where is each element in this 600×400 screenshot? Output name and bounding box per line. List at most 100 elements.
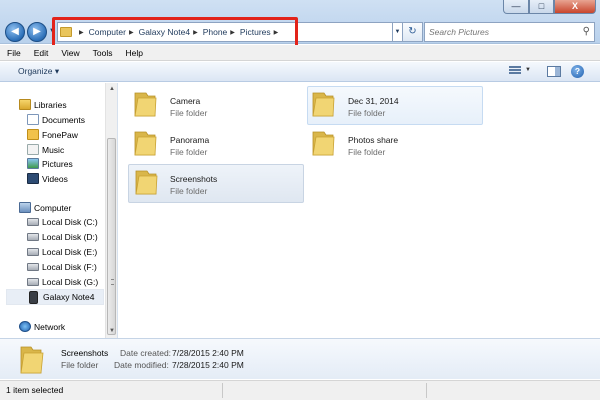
date-modified-label: Date modified: <box>114 360 169 370</box>
date-created-label: Date created: <box>120 348 172 358</box>
menu-file[interactable]: File <box>7 48 21 58</box>
nav-computer[interactable]: Computer <box>19 202 71 213</box>
nav-local-disk-d[interactable]: Local Disk (D:) <box>27 232 98 242</box>
back-button[interactable]: ◀ <box>5 22 25 42</box>
scroll-down-icon[interactable]: ▼ <box>109 328 115 334</box>
scroll-up-icon[interactable]: ▲ <box>109 86 115 92</box>
status-text: 1 item selected <box>6 385 64 395</box>
nav-label: Local Disk (E:) <box>42 247 98 257</box>
close-button[interactable]: X <box>554 0 596 14</box>
nav-label: Music <box>42 144 65 155</box>
nav-pictures[interactable]: Pictures <box>27 158 73 169</box>
view-options-dropdown[interactable]: ▼ <box>525 67 531 73</box>
nav-fonepaw[interactable]: FonePaw <box>27 129 78 140</box>
title-bar: — □ X ◀ ▶ ▼ ▶ Computer ▶ Galaxy Note4 ▶ Ph… <box>0 0 600 48</box>
nav-label: Documents <box>42 114 85 125</box>
menu-edit[interactable]: Edit <box>34 48 49 58</box>
file-list: Camera File folder Dec 31, 2014 File fol… <box>119 83 600 338</box>
nav-label: Galaxy Note4 <box>43 292 95 302</box>
status-bar: 1 item selected <box>0 380 600 400</box>
nav-music[interactable]: Music <box>27 144 64 155</box>
nav-label: Local Disk (C:) <box>42 217 98 227</box>
back-arrow-icon: ◀ <box>11 26 19 37</box>
menu-bar: File Edit View Tools Help <box>0 45 600 61</box>
folder-icon <box>20 346 44 374</box>
folder-name: Dec 31, 2014 <box>348 96 399 106</box>
date-created-value: 7/28/2015 2:40 PM <box>172 348 244 358</box>
details-item-type: File folder <box>61 360 99 370</box>
disk-drive-icon <box>27 278 39 286</box>
nav-local-disk-g[interactable]: Local Disk (G:) <box>27 277 98 287</box>
disk-drive-icon <box>27 218 39 226</box>
scrollbar-thumb[interactable] <box>107 138 116 335</box>
phone-icon <box>29 290 38 304</box>
nav-label: Pictures <box>42 158 73 169</box>
search-box[interactable]: ⚲ <box>424 22 595 42</box>
maximize-button[interactable]: □ <box>529 0 554 14</box>
nav-videos[interactable]: Videos <box>27 173 68 184</box>
folder-name: Camera <box>170 96 201 106</box>
nav-label: Network <box>34 321 66 332</box>
videos-icon <box>27 173 39 184</box>
nav-label: Videos <box>42 173 68 184</box>
status-divider <box>426 383 427 398</box>
date-modified-value: 7/28/2015 2:40 PM <box>172 360 244 370</box>
folder-item[interactable]: Camera File folder <box>130 87 306 126</box>
folder-type: File folder <box>170 186 208 196</box>
nav-label: Local Disk (F:) <box>42 262 97 272</box>
folder-icon <box>312 92 335 117</box>
status-divider <box>222 383 223 398</box>
folder-name: Screenshots <box>170 174 218 184</box>
folder-type: File folder <box>170 108 208 118</box>
folder-icon <box>134 131 157 156</box>
change-view-icon[interactable] <box>509 66 521 77</box>
menu-view[interactable]: View <box>61 48 79 58</box>
nav-local-disk-e[interactable]: Local Disk (E:) <box>27 247 97 257</box>
folder-item-selected[interactable]: Screenshots File folder <box>128 164 304 203</box>
disk-drive-icon <box>27 248 39 256</box>
details-pane: Screenshots File folder Date created: Da… <box>0 338 600 379</box>
pictures-icon <box>27 158 39 169</box>
folder-icon <box>135 170 158 195</box>
help-icon[interactable]: ? <box>571 65 584 78</box>
navigation-pane: Libraries Documents FonePaw Music Pictur… <box>0 83 118 338</box>
navigation-scrollbar[interactable]: ▲ ▼ <box>105 83 117 338</box>
window-controls: — □ X <box>503 0 596 14</box>
organize-button[interactable]: Organize ▾ <box>18 66 59 77</box>
folder-name: Photos share <box>348 135 399 145</box>
nav-label: Local Disk (G:) <box>42 277 99 287</box>
disk-drive-icon <box>27 233 39 241</box>
menu-tools[interactable]: Tools <box>93 48 113 58</box>
command-bar: Organize ▾ ▼ ? <box>0 62 600 82</box>
search-input[interactable] <box>429 27 579 37</box>
nav-libraries[interactable]: Libraries <box>19 99 67 110</box>
nav-galaxy-note4[interactable]: Galaxy Note4 <box>6 289 104 305</box>
folder-icon <box>312 131 335 156</box>
folder-type: File folder <box>348 147 386 157</box>
forward-arrow-icon: ▶ <box>33 26 41 37</box>
computer-icon <box>19 202 31 213</box>
folder-item[interactable]: Panorama File folder <box>130 126 306 165</box>
refresh-button[interactable]: ↻ <box>403 22 423 42</box>
disk-drive-icon <box>27 263 39 271</box>
address-dropdown-button[interactable]: ▼ <box>393 22 403 42</box>
preview-pane-icon[interactable] <box>547 66 561 77</box>
menu-help[interactable]: Help <box>125 48 142 58</box>
nav-documents[interactable]: Documents <box>27 114 85 125</box>
nav-local-disk-c[interactable]: Local Disk (C:) <box>27 217 98 227</box>
network-icon <box>19 321 31 332</box>
details-item-name: Screenshots <box>61 348 109 358</box>
nav-local-disk-f[interactable]: Local Disk (F:) <box>27 262 97 272</box>
nav-network[interactable]: Network <box>19 321 65 332</box>
music-icon <box>27 144 39 155</box>
nav-label: Libraries <box>34 99 67 110</box>
forward-button[interactable]: ▶ <box>27 22 47 42</box>
folder-item[interactable]: Photos share File folder <box>308 126 484 165</box>
nav-label: Local Disk (D:) <box>42 232 98 242</box>
search-icon[interactable]: ⚲ <box>583 26 590 37</box>
minimize-button[interactable]: — <box>503 0 529 14</box>
libraries-icon <box>19 99 31 110</box>
folder-name: Panorama <box>170 135 210 145</box>
folder-item[interactable]: Dec 31, 2014 File folder <box>307 86 483 125</box>
folder-icon <box>134 92 157 117</box>
